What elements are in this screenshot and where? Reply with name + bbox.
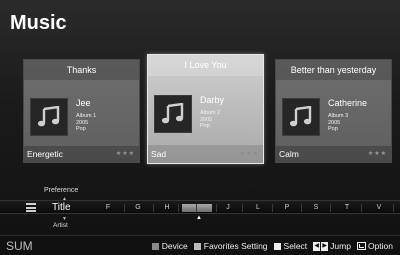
letter-index-item[interactable]: L bbox=[253, 201, 263, 215]
divider bbox=[393, 204, 394, 212]
list-icon bbox=[26, 203, 36, 212]
track-title: Thanks bbox=[24, 60, 139, 80]
favorites-label: Favorites Setting bbox=[203, 241, 268, 251]
brand-logo: SUM bbox=[6, 239, 33, 253]
track-footer: Calm ★★★ bbox=[276, 146, 391, 162]
divider bbox=[178, 204, 179, 212]
track-carousel: Thanks Jee Album 1 2005 Pop Energetic ★★… bbox=[23, 54, 400, 164]
track-mood: Sad bbox=[151, 149, 167, 159]
track-meta: Album 1 2005 Pop bbox=[76, 113, 96, 133]
track-album: Album 3 bbox=[328, 113, 349, 119]
sort-selector: Preference ▲ Title F G H J L P S T V ▼ ▲… bbox=[0, 180, 400, 235]
track-title: I Love You bbox=[148, 55, 263, 76]
track-card-2[interactable]: I Love You Darby Album 2 2005 Pop Sad ★★… bbox=[147, 54, 264, 164]
favorites-key-icon bbox=[193, 242, 201, 250]
track-genre: Pop bbox=[200, 123, 210, 129]
track-artist: Catherine bbox=[328, 98, 368, 108]
device-label: Device bbox=[161, 241, 188, 251]
track-artist: Darby bbox=[200, 95, 225, 105]
divider bbox=[153, 204, 154, 212]
select-label: Select bbox=[283, 241, 308, 251]
pointer-up-icon: ▲ bbox=[196, 215, 202, 221]
track-album: Album 2 bbox=[200, 110, 221, 116]
letter-index-item[interactable]: S bbox=[311, 201, 321, 215]
music-screen: Music Thanks Jee Album 1 2005 Pop Energe… bbox=[0, 0, 400, 255]
music-note-icon bbox=[282, 98, 320, 136]
letter-index-item[interactable]: T bbox=[342, 201, 352, 215]
track-meta: Album 3 2005 Pop bbox=[328, 113, 348, 133]
device-hint[interactable]: Device bbox=[151, 241, 188, 251]
key-hints: Device Favorites Setting Select ◀ ▶ Jump … bbox=[146, 236, 393, 255]
rating-stars: ★★★ bbox=[115, 151, 135, 157]
track-mood: Calm bbox=[279, 149, 299, 159]
letter-index-item[interactable]: H bbox=[162, 201, 172, 215]
track-card-3[interactable]: Better than yesterday Catherine Album 3 … bbox=[275, 59, 392, 163]
sort-option-artist[interactable]: Artist bbox=[53, 222, 68, 229]
letter-index-item[interactable]: P bbox=[282, 201, 292, 215]
letter-index-item[interactable]: F bbox=[103, 201, 113, 215]
divider bbox=[242, 204, 243, 212]
track-mood: Energetic bbox=[27, 149, 63, 159]
track-footer: Sad ★★★ bbox=[148, 145, 263, 163]
track-card-1[interactable]: Thanks Jee Album 1 2005 Pop Energetic ★★… bbox=[23, 59, 140, 163]
device-key-icon bbox=[151, 242, 159, 250]
sort-option-preference[interactable]: Preference bbox=[44, 187, 78, 194]
letter-index-item[interactable]: V bbox=[374, 201, 384, 215]
favorites-setting-hint[interactable]: Favorites Setting bbox=[193, 241, 268, 251]
divider bbox=[330, 204, 331, 212]
track-artist: Jee bbox=[76, 98, 91, 108]
rating-stars: ★★★ bbox=[239, 151, 259, 157]
divider bbox=[361, 204, 362, 212]
sort-option-current[interactable]: Title bbox=[52, 201, 71, 215]
return-icon bbox=[356, 242, 366, 250]
sort-bar: Title F G H J L P S T V bbox=[0, 200, 400, 214]
select-key-icon bbox=[273, 242, 281, 250]
music-note-icon bbox=[30, 98, 68, 136]
divider bbox=[124, 204, 125, 212]
skip-buttons-icon: ◀ ▶ bbox=[313, 241, 329, 251]
bottom-bar: SUM Device Favorites Setting Select ◀ ▶ J… bbox=[0, 235, 400, 255]
track-title: Better than yesterday bbox=[276, 60, 391, 80]
jump-label: Jump bbox=[330, 241, 351, 251]
track-genre: Pop bbox=[76, 126, 86, 132]
select-hint[interactable]: Select bbox=[273, 241, 308, 251]
letter-index-item[interactable]: J bbox=[223, 201, 233, 215]
page-title: Music bbox=[10, 12, 67, 34]
divider bbox=[272, 204, 273, 212]
track-genre: Pop bbox=[328, 126, 338, 132]
divider bbox=[301, 204, 302, 212]
track-album: Album 1 bbox=[76, 113, 97, 119]
jump-hint[interactable]: ◀ ▶ Jump bbox=[313, 241, 351, 251]
track-meta: Album 2 2005 Pop bbox=[200, 110, 220, 130]
letter-index-item[interactable]: G bbox=[133, 201, 143, 215]
music-note-icon bbox=[154, 95, 192, 133]
track-footer: Energetic ★★★ bbox=[24, 146, 139, 162]
letter-focus-indicator bbox=[182, 204, 212, 212]
rating-stars: ★★★ bbox=[367, 151, 387, 157]
divider bbox=[216, 204, 217, 212]
option-label: Option bbox=[367, 241, 393, 251]
option-hint[interactable]: Option bbox=[356, 241, 393, 251]
